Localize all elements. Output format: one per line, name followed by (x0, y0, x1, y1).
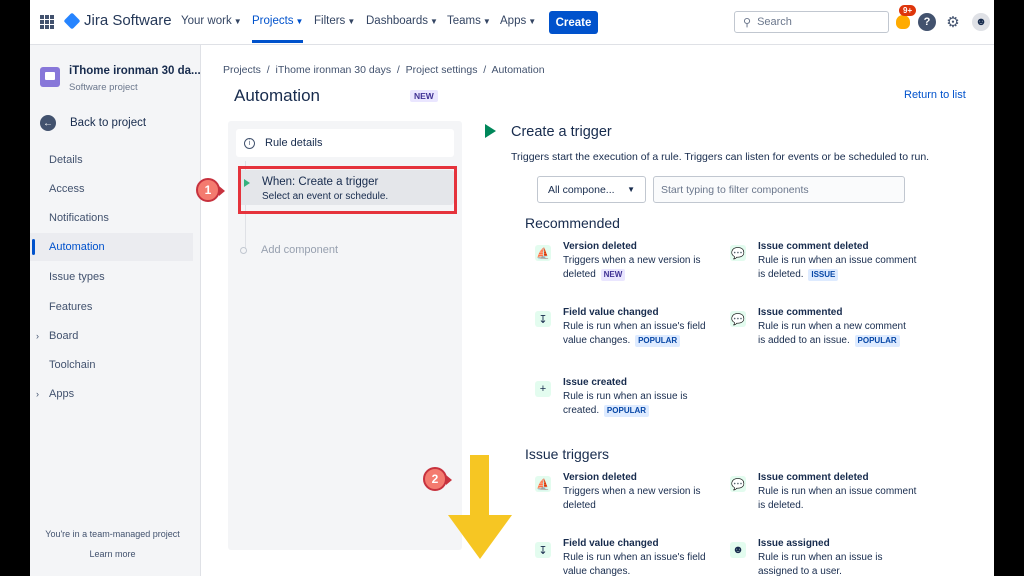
notifications-icon[interactable] (896, 15, 910, 29)
chevron-down-icon: ▼ (528, 17, 537, 26)
highlight-box (238, 166, 457, 214)
issue-triggers-heading: Issue triggers (525, 446, 610, 462)
new-lozenge: NEW (600, 269, 626, 281)
chevron-down-icon: ▼ (233, 17, 242, 26)
field-icon: ↧ (535, 542, 551, 558)
circle-icon (240, 246, 247, 254)
nav-dashboards[interactable]: Dashboards ▼ (366, 15, 438, 27)
search-icon: ⚲ (743, 16, 752, 29)
sidebar-item-board[interactable]: › Board (30, 322, 193, 350)
project-sidebar: iThome ironman 30 da... Software project… (30, 45, 201, 576)
notification-badge: 9+ (899, 5, 917, 16)
component-issue-commented[interactable]: 💬 Issue commented Rule is run when a new… (730, 307, 910, 359)
nav-teams[interactable]: Teams ▼ (447, 15, 491, 27)
help-icon[interactable]: ? (918, 13, 936, 31)
return-to-list-link[interactable]: Return to list (904, 89, 966, 101)
popular-lozenge: POPULAR (603, 405, 650, 417)
logo-text: Jira Software (84, 12, 172, 29)
create-button[interactable]: Create (549, 11, 598, 34)
nav-filters[interactable]: Filters ▼ (314, 15, 355, 27)
gear-icon[interactable]: ⚙ (944, 13, 962, 31)
popular-lozenge: POPULAR (635, 335, 681, 347)
plus-icon: + (535, 381, 551, 397)
chevron-down-icon: ▼ (430, 17, 438, 26)
arrow-left-icon: ← (40, 115, 56, 131)
chevron-down-icon: ▼ (295, 17, 304, 26)
issue-lozenge: ISSUE (808, 269, 839, 281)
back-to-project-link[interactable]: ← Back to project (40, 115, 146, 131)
learn-more-link[interactable]: Learn more (30, 549, 195, 559)
nav-apps[interactable]: Apps ▼ (500, 15, 536, 27)
sidebar-item-automation[interactable]: Automation (30, 233, 193, 261)
filter-components-input[interactable]: Start typing to filter components (653, 176, 905, 203)
play-icon (485, 124, 496, 138)
info-icon: i (244, 137, 255, 149)
step-marker-2: 2 (423, 467, 452, 491)
search-input[interactable]: ⚲ Search (734, 11, 889, 33)
component-version-deleted[interactable]: ⛵ Version deleted Triggers when a new ve… (535, 472, 715, 512)
sidebar-item-apps[interactable]: › Apps (30, 380, 193, 408)
popular-lozenge: POPULAR (854, 335, 900, 347)
create-trigger-description: Triggers start the execution of a rule. … (511, 151, 930, 163)
recommended-heading: Recommended (525, 215, 620, 231)
chevron-down-icon: ▼ (482, 17, 491, 26)
project-type: Software project (69, 82, 138, 93)
scroll-down-arrow-icon (448, 515, 512, 559)
chevron-down-icon: ▼ (347, 17, 356, 26)
app-switcher-icon[interactable] (40, 15, 54, 29)
project-avatar-icon (40, 67, 60, 87)
sidebar-item-toolchain[interactable]: Toolchain (30, 351, 193, 379)
jira-diamond-icon (63, 12, 81, 29)
component-field-value-changed[interactable]: ↧ Field value changed Rule is run when a… (535, 307, 715, 347)
new-badge: NEW (410, 90, 438, 102)
project-name[interactable]: iThome ironman 30 da... (69, 65, 201, 77)
chevron-right-icon: › (36, 331, 39, 341)
jira-logo[interactable]: Jira Software (63, 12, 172, 29)
chevron-right-icon: › (36, 389, 39, 399)
user-icon: ☻ (730, 542, 746, 558)
sidebar-item-notifications[interactable]: Notifications (30, 204, 193, 232)
breadcrumb[interactable]: Projects / iThome ironman 30 days / Proj… (223, 64, 545, 76)
page-title: Automation (234, 86, 320, 105)
top-navigation: Jira Software Your work ▼ Projects ▼ Filte… (30, 0, 994, 45)
comment-icon: 💬 (730, 311, 746, 327)
avatar[interactable]: ☻ (972, 13, 990, 31)
component-category-select[interactable]: All compone... ▼ (537, 176, 646, 203)
sidebar-item-features[interactable]: Features (30, 293, 193, 321)
app-frame: Jira Software Your work ▼ Projects ▼ Filte… (30, 0, 994, 576)
rule-details-button[interactable]: i Rule details (236, 129, 454, 157)
scroll-down-arrow-shaft (470, 455, 489, 519)
ship-icon: ⛵ (535, 245, 551, 261)
sidebar-item-issue-types[interactable]: Issue types (30, 263, 193, 291)
component-field-value-changed[interactable]: ↧ Field value changed Rule is run when a… (535, 538, 715, 576)
create-trigger-heading: Create a trigger (511, 124, 612, 140)
component-issue-comment-deleted[interactable]: 💬 Issue comment deleted Rule is run when… (730, 241, 916, 281)
step-marker-1: 1 (196, 178, 225, 202)
component-issue-assigned[interactable]: ☻ Issue assigned Rule is run when an iss… (730, 538, 910, 576)
chevron-down-icon: ▼ (627, 185, 635, 194)
ship-icon: ⛵ (535, 476, 551, 492)
sidebar-item-details[interactable]: Details (30, 146, 193, 174)
nav-your-work[interactable]: Your work ▼ (181, 15, 242, 27)
comment-icon: 💬 (730, 245, 746, 261)
field-icon: ↧ (535, 311, 551, 327)
nav-projects[interactable]: Projects ▼ (252, 15, 304, 43)
component-issue-comment-deleted[interactable]: 💬 Issue comment deleted Rule is run when… (730, 472, 916, 512)
add-component-button[interactable]: Add component (240, 244, 338, 256)
team-managed-note: You're in a team-managed project (45, 529, 180, 539)
comment-icon: 💬 (730, 476, 746, 492)
component-version-deleted[interactable]: ⛵ Version deleted Triggers when a new ve… (535, 241, 715, 281)
component-issue-created[interactable]: + Issue created Rule is run when an issu… (535, 377, 715, 417)
sidebar-item-access[interactable]: Access (30, 175, 193, 203)
